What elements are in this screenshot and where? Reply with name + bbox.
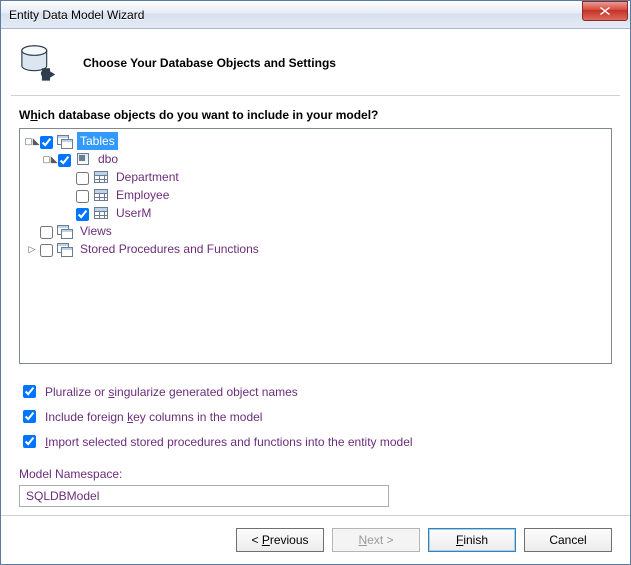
object-tree[interactable]: ▢◣ Tables ▢◣ dbo ▸ Department ▸	[19, 128, 612, 364]
tables-icon	[57, 133, 73, 149]
previous-button[interactable]: < Previous	[236, 528, 324, 552]
schema-icon	[75, 151, 91, 167]
checkbox-fk[interactable]	[23, 410, 36, 423]
namespace-input[interactable]	[19, 485, 389, 507]
tree-node-sprocs[interactable]: ▷ Stored Procedures and Functions	[20, 240, 611, 258]
collapse-icon[interactable]: ▢◣	[24, 132, 40, 150]
wizard-body: Which database objects do you want to in…	[1, 96, 630, 515]
checkbox-import[interactable]	[23, 435, 36, 448]
tables-icon	[57, 223, 73, 239]
tree-label[interactable]: Employee	[113, 186, 172, 204]
next-button: Next >	[332, 528, 420, 552]
collapse-icon[interactable]: ▢◣	[42, 150, 58, 168]
checkbox-department[interactable]	[76, 172, 89, 185]
tree-label[interactable]: Views	[77, 222, 115, 240]
tree-label[interactable]: dbo	[95, 150, 121, 168]
tree-label[interactable]: Tables	[77, 132, 118, 150]
tree-label[interactable]: Department	[113, 168, 182, 186]
wizard-header: Choose Your Database Objects and Setting…	[1, 29, 630, 95]
tree-node-table-employee[interactable]: ▸ Employee	[20, 186, 611, 204]
checkbox-sprocs[interactable]	[40, 244, 53, 257]
cancel-button[interactable]: Cancel	[524, 528, 612, 552]
table-icon	[93, 187, 109, 203]
database-icon	[19, 43, 61, 83]
option-pluralize[interactable]: Pluralize or singularize generated objec…	[19, 382, 612, 401]
close-icon	[600, 7, 610, 15]
window-title: Entity Data Model Wizard	[9, 8, 582, 22]
expand-icon[interactable]: ▷	[24, 240, 40, 258]
titlebar: Entity Data Model Wizard	[1, 1, 630, 29]
option-import-sprocs[interactable]: Import selected stored procedures and fu…	[19, 432, 612, 451]
wizard-window: Entity Data Model Wizard Choose Your Dat…	[0, 0, 631, 565]
tree-node-table-userm[interactable]: ▸ UserM	[20, 204, 611, 222]
tree-label[interactable]: UserM	[113, 204, 154, 222]
tree-node-schema-dbo[interactable]: ▢◣ dbo	[20, 150, 611, 168]
tree-node-views[interactable]: ▸ Views	[20, 222, 611, 240]
tables-icon	[57, 241, 73, 257]
namespace-label: Model Namespace:	[19, 467, 612, 481]
checkbox-views[interactable]	[40, 226, 53, 239]
tree-node-table-department[interactable]: ▸ Department	[20, 168, 611, 186]
checkbox-dbo[interactable]	[58, 154, 71, 167]
checkbox-pluralize[interactable]	[23, 385, 36, 398]
checkbox-employee[interactable]	[76, 190, 89, 203]
prompt-label: Which database objects do you want to in…	[19, 108, 612, 122]
finish-button[interactable]: Finish	[428, 528, 516, 552]
checkbox-tables[interactable]	[40, 136, 53, 149]
page-heading: Choose Your Database Objects and Setting…	[83, 56, 336, 70]
tree-label[interactable]: Stored Procedures and Functions	[77, 240, 262, 258]
options-group: Pluralize or singularize generated objec…	[19, 376, 612, 457]
option-foreign-keys[interactable]: Include foreign key columns in the model	[19, 407, 612, 426]
table-icon	[93, 169, 109, 185]
close-button[interactable]	[582, 1, 628, 21]
checkbox-userm[interactable]	[76, 208, 89, 221]
wizard-footer: < Previous Next > Finish Cancel	[1, 515, 630, 564]
tree-node-tables[interactable]: ▢◣ Tables	[20, 132, 611, 150]
table-icon	[93, 205, 109, 221]
